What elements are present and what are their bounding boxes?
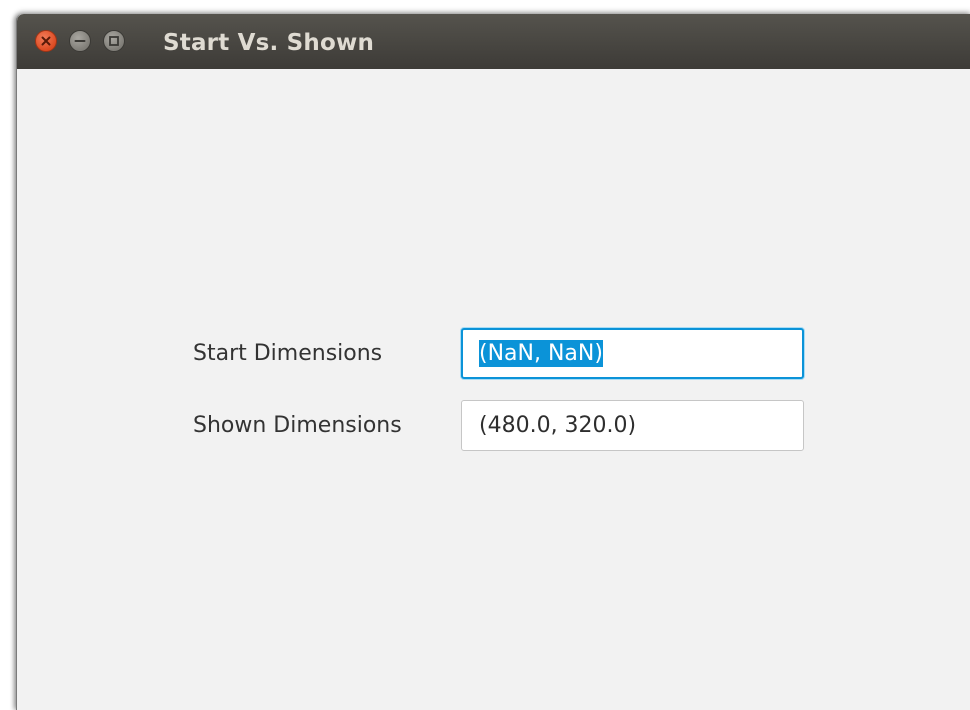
start-dimensions-field[interactable]: (NaN, NaN): [461, 328, 804, 379]
title-bar[interactable]: Start Vs. Shown: [17, 14, 970, 69]
minimize-window-button[interactable]: [69, 30, 91, 52]
start-dimensions-value: (NaN, NaN): [479, 340, 603, 367]
close-icon: [41, 36, 51, 46]
start-dimensions-label: Start Dimensions: [193, 341, 383, 366]
window-title: Start Vs. Shown: [163, 30, 375, 56]
shown-dimensions-value: (480.0, 320.0): [479, 413, 637, 438]
minimize-icon: [74, 40, 86, 42]
app-window: Start Vs. Shown Start Dimensions (NaN, N…: [16, 14, 970, 710]
shown-dimensions-label: Shown Dimensions: [193, 413, 402, 438]
maximize-icon: [109, 36, 119, 46]
maximize-window-button[interactable]: [103, 30, 125, 52]
close-window-button[interactable]: [35, 30, 57, 52]
shown-dimensions-field[interactable]: (480.0, 320.0): [461, 400, 804, 451]
